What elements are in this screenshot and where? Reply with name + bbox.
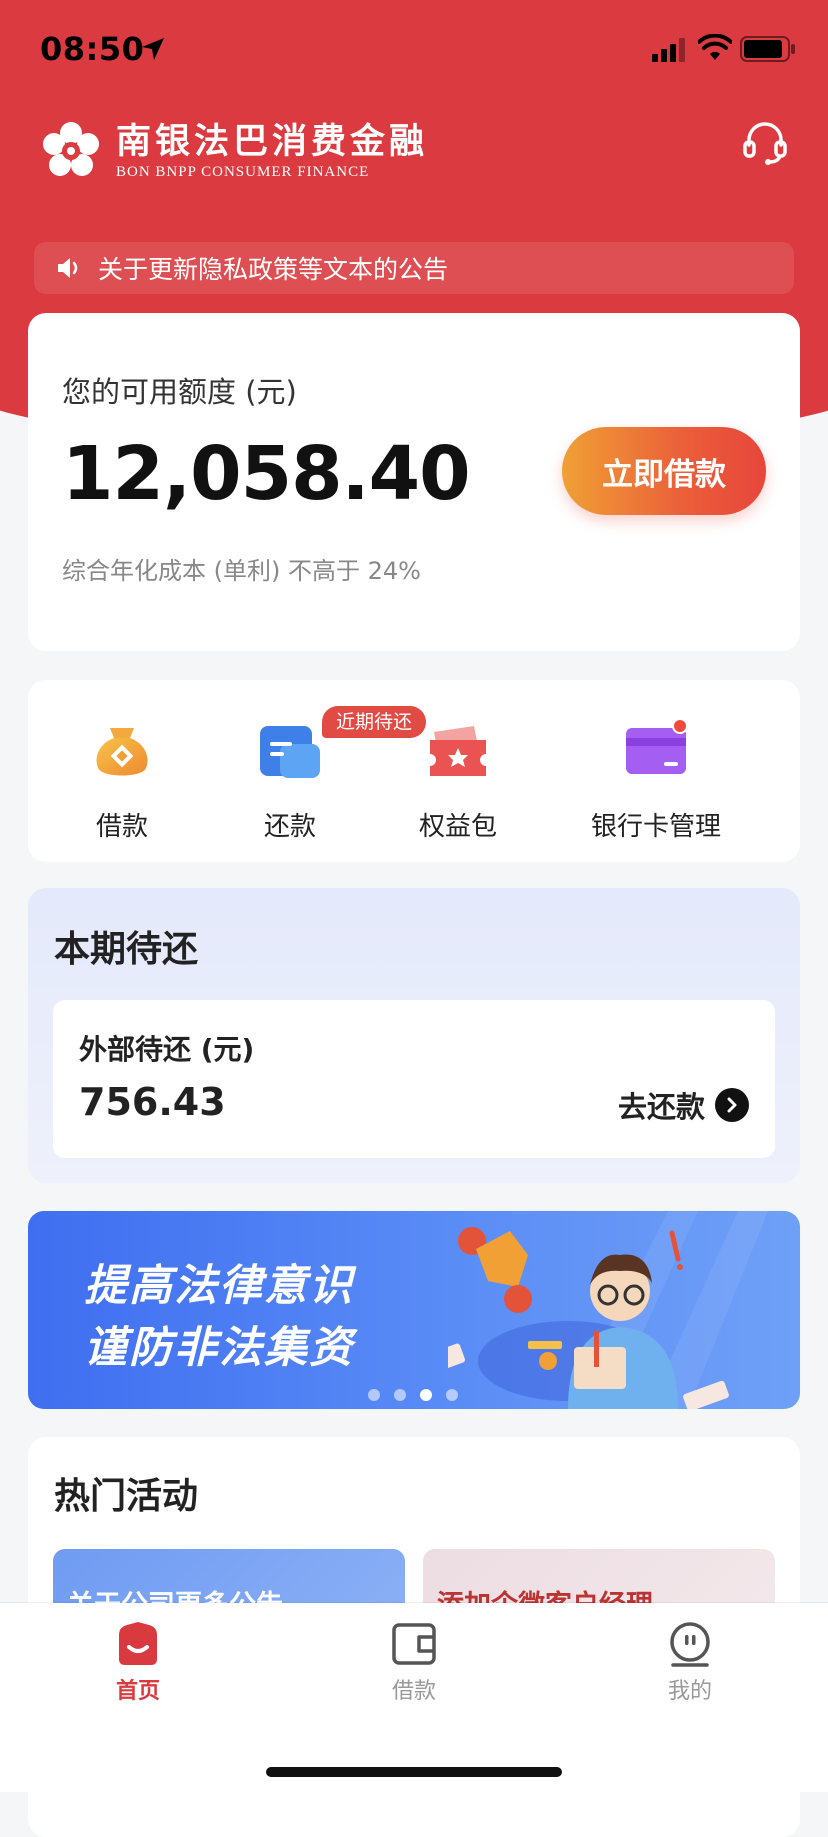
wallet-icon: [392, 1623, 436, 1665]
banner-illustration: [448, 1211, 768, 1409]
bottom-tab-bar: 首页 借款 我的: [0, 1603, 828, 1792]
quick-action-label: 还款: [263, 812, 316, 842]
customer-service-headset-icon[interactable]: [740, 118, 790, 168]
home-indicator: [266, 1767, 562, 1777]
brand-emblem-icon: [43, 122, 99, 176]
quick-action-label: 借款: [95, 812, 148, 842]
battery-icon: [740, 36, 795, 62]
external-due-label: 外部待还 (元): [79, 1033, 255, 1066]
annual-cost-note: 综合年化成本 (单利) 不高于 24%: [62, 557, 421, 585]
tab-borrow[interactable]: 借款: [344, 1621, 484, 1705]
wifi-icon: [698, 34, 732, 60]
announcement-text: 关于更新隐私政策等文本的公告: [98, 255, 449, 284]
speaker-icon: [58, 258, 78, 278]
quick-action-bank-card[interactable]: 银行卡管理: [556, 718, 756, 843]
home-icon: [119, 1622, 157, 1665]
current-due-title: 本期待还: [54, 929, 199, 970]
banner-slogan: 提高法律意识 谨防非法集资: [84, 1255, 354, 1379]
banner-line-2: 谨防非法集资: [84, 1323, 354, 1373]
carousel-dot[interactable]: [446, 1389, 458, 1401]
cellular-signal-icon: [652, 38, 685, 62]
borrow-now-button[interactable]: 立即借款: [562, 427, 766, 515]
bank-card-icon: [626, 718, 688, 774]
repay-icon: [260, 726, 320, 778]
promo-banner[interactable]: 提高法律意识 谨防非法集资: [28, 1211, 800, 1409]
banner-line-1: 提高法律意识: [84, 1261, 354, 1311]
external-due-amount: 756.43: [79, 1080, 226, 1124]
carousel-dot-active[interactable]: [420, 1389, 432, 1401]
status-bar: 08:50: [0, 0, 828, 100]
chevron-right-icon: [715, 1088, 749, 1122]
money-bag-icon: [96, 728, 148, 776]
go-repay-button[interactable]: 去还款: [618, 1084, 749, 1126]
profile-icon: [670, 1622, 710, 1667]
tab-label: 我的: [667, 1679, 712, 1704]
credit-limit-label: 您的可用额度 (元): [62, 375, 297, 409]
tab-label: 借款: [391, 1679, 436, 1704]
credit-limit-card: 您的可用额度 (元) 12,058.40 综合年化成本 (单利) 不高于 24%…: [28, 313, 800, 651]
carousel-indicator: [368, 1389, 472, 1401]
quick-action-benefits[interactable]: 权益包: [368, 718, 548, 843]
quick-action-label: 权益包: [418, 812, 497, 842]
carousel-dot[interactable]: [368, 1389, 380, 1401]
quick-actions: 借款 还款 近期待还 权益包 银行卡管理: [28, 680, 800, 862]
brand-name-en: BON BNPP CONSUMER FINANCE: [116, 163, 370, 180]
due-detail-panel: 外部待还 (元) 756.43 去还款: [53, 1000, 775, 1158]
brand-logo: 南银法巴消费金融 BON BNPP CONSUMER FINANCE: [40, 120, 428, 182]
tab-profile[interactable]: 我的: [620, 1621, 760, 1705]
tab-label: 首页: [115, 1679, 160, 1704]
quick-action-borrow[interactable]: 借款: [32, 718, 212, 843]
location-arrow-icon: [142, 38, 164, 60]
hot-activities-title: 热门活动: [54, 1476, 199, 1517]
carousel-dot[interactable]: [394, 1389, 406, 1401]
go-repay-label: 去还款: [617, 1090, 705, 1124]
brand-name-cn: 南银法巴消费金融: [116, 120, 429, 162]
benefits-ticket-icon: [430, 726, 486, 776]
current-due-card: 本期待还 外部待还 (元) 756.43 去还款: [28, 888, 800, 1183]
tab-home[interactable]: 首页: [68, 1621, 208, 1705]
credit-limit-amount: 12,058.40: [62, 431, 471, 517]
quick-action-label: 银行卡管理: [590, 812, 721, 842]
announcement-bar[interactable]: 关于更新隐私政策等文本的公告: [34, 242, 794, 294]
status-time: 08:50: [40, 30, 145, 68]
